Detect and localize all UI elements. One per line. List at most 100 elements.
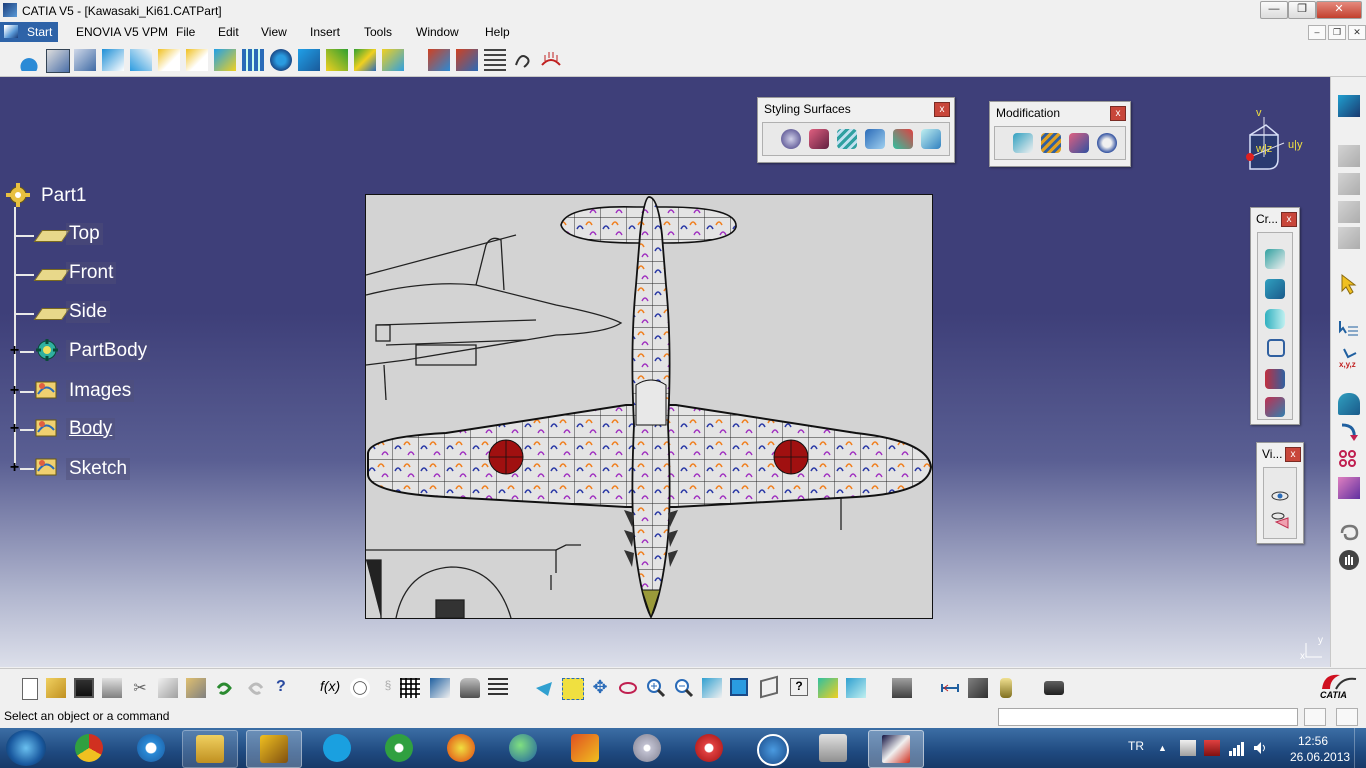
taskbar-chrome[interactable]	[62, 730, 116, 766]
view-toolbar[interactable]: Vi... x	[1256, 442, 1304, 544]
curvature-icon[interactable]	[456, 49, 478, 71]
table-icon[interactable]	[400, 678, 420, 698]
tree-item-images[interactable]: Images	[66, 380, 135, 402]
blend-icon[interactable]	[102, 49, 124, 71]
hide-show-icon[interactable]: ?	[790, 678, 808, 696]
point-icon[interactable]	[1265, 249, 1285, 269]
fly-mode-icon[interactable]	[534, 678, 554, 698]
cylinder-surface-icon[interactable]	[809, 129, 829, 149]
taskbar-skype[interactable]	[310, 730, 364, 766]
menu-insert[interactable]: Insert	[310, 25, 340, 39]
measure-inertia-icon[interactable]	[1000, 678, 1012, 698]
close-toolbar-button[interactable]: x	[1110, 106, 1126, 121]
revolve-surface-icon[interactable]	[1265, 369, 1285, 389]
menu-enovia[interactable]: ENOVIA V5 VPM	[76, 25, 168, 39]
cylinder-icon[interactable]	[1265, 309, 1285, 329]
sweep-icon[interactable]	[130, 49, 152, 71]
sketcher-grid-icon[interactable]	[430, 678, 450, 698]
mdi-minimize-button[interactable]: –	[1308, 25, 1326, 40]
action-center-icon[interactable]	[1180, 740, 1196, 756]
close-toolbar-button[interactable]: x	[934, 102, 950, 117]
hand-cursor-icon[interactable]	[1338, 549, 1360, 571]
join-icon[interactable]	[354, 49, 376, 71]
measure-icon[interactable]	[940, 678, 960, 698]
taskbar-utorrent[interactable]	[372, 730, 426, 766]
xyz-icon[interactable]: x,y,z	[1338, 347, 1360, 369]
status-option-button[interactable]	[1336, 708, 1358, 726]
revolve-icon[interactable]	[270, 49, 292, 71]
taskbar-file-explorer[interactable]	[182, 730, 238, 768]
part-root-icon[interactable]	[6, 183, 30, 207]
pan-icon[interactable]: ✥	[590, 678, 610, 698]
curve-icon[interactable]	[158, 49, 180, 71]
menu-window[interactable]: Window	[416, 25, 459, 39]
start-orb-icon[interactable]	[6, 730, 46, 766]
spiral-curve-icon[interactable]	[512, 49, 534, 71]
cut-icon[interactable]: ✂	[130, 678, 150, 698]
pattern-icon[interactable]	[1338, 449, 1360, 471]
patch-icon[interactable]	[1265, 397, 1285, 417]
menu-file[interactable]: File	[176, 25, 195, 39]
modification-toolbar[interactable]: Modification x	[989, 101, 1131, 167]
open-folder-icon[interactable]	[46, 678, 66, 698]
tree-root-label[interactable]: Part1	[38, 185, 89, 207]
taskbar-internet-explorer[interactable]	[124, 730, 178, 766]
swap-visible-space-icon[interactable]	[818, 678, 838, 698]
fill-icon[interactable]	[214, 49, 236, 71]
close-toolbar-button[interactable]: x	[1285, 447, 1301, 462]
box-icon[interactable]	[46, 49, 70, 73]
select-arrow-icon[interactable]	[1338, 273, 1360, 295]
offset-curve-icon[interactable]	[186, 49, 208, 71]
zoom-out-icon[interactable]	[674, 678, 694, 698]
restore-button[interactable]: ❐	[1288, 1, 1316, 19]
camera-view-icon[interactable]	[846, 678, 866, 698]
quick-view-icon[interactable]	[730, 678, 748, 696]
translate-icon[interactable]	[382, 49, 404, 71]
spec-tree-icon[interactable]	[488, 678, 508, 698]
eye-icon[interactable]	[1270, 486, 1290, 506]
clock-date[interactable]: 26.06.2013	[1290, 750, 1350, 764]
taskbar-globe-app[interactable]	[496, 730, 550, 766]
taskbar-media-player[interactable]	[682, 730, 736, 766]
global-deformation-icon[interactable]	[1097, 133, 1117, 153]
select-list-icon[interactable]	[1338, 319, 1360, 341]
control-points-icon[interactable]	[1013, 133, 1033, 153]
status-option-button[interactable]	[1304, 708, 1326, 726]
plane-surface-icon[interactable]	[1265, 279, 1285, 299]
porcupine-icon[interactable]	[540, 49, 562, 71]
tree-item-top[interactable]: Top	[66, 223, 103, 245]
knowledge-advisor-icon[interactable]	[350, 678, 370, 698]
taskbar-dvd-app[interactable]	[620, 730, 674, 766]
menu-start[interactable]: Start	[0, 22, 58, 42]
zoom-in-icon[interactable]	[646, 678, 666, 698]
normal-view-icon[interactable]	[702, 678, 722, 698]
grid-surface-icon[interactable]	[242, 49, 264, 71]
paste-icon[interactable]	[186, 678, 206, 698]
save-icon[interactable]	[74, 678, 94, 698]
rectangle-icon[interactable]	[1267, 339, 1285, 357]
security-icon[interactable]	[1204, 740, 1220, 756]
extract-icon[interactable]	[1338, 393, 1360, 415]
sphere-surface-icon[interactable]	[781, 129, 801, 149]
revolve-tool-icon[interactable]	[1338, 421, 1360, 443]
tree-item-sketch[interactable]: Sketch	[66, 458, 131, 480]
isophotes-icon[interactable]	[484, 49, 506, 71]
help-pointer-icon[interactable]: ?	[276, 678, 296, 698]
fillet-surface-icon[interactable]	[893, 129, 913, 149]
offset-surface-icon[interactable]	[865, 129, 885, 149]
clock-time[interactable]: 12:56	[1298, 734, 1328, 748]
language-indicator[interactable]: TR	[1128, 739, 1144, 753]
close-button[interactable]: ✕	[1316, 1, 1362, 19]
undo-icon[interactable]	[214, 678, 234, 698]
reference-image-plane[interactable]	[365, 194, 933, 619]
capture-camera-icon[interactable]	[1044, 681, 1064, 695]
menu-edit[interactable]: Edit	[218, 25, 239, 39]
extend-surface-icon[interactable]	[921, 129, 941, 149]
menu-view[interactable]: View	[261, 25, 287, 39]
taskbar-calculator[interactable]	[806, 730, 860, 766]
network-icon[interactable]	[1228, 740, 1244, 756]
eye-cone-icon[interactable]	[1270, 510, 1290, 530]
catia-app-icon[interactable]	[3, 3, 17, 17]
compass-widget[interactable]: v u|y w|z	[1222, 107, 1312, 187]
show-desktop-button[interactable]	[1354, 728, 1366, 768]
